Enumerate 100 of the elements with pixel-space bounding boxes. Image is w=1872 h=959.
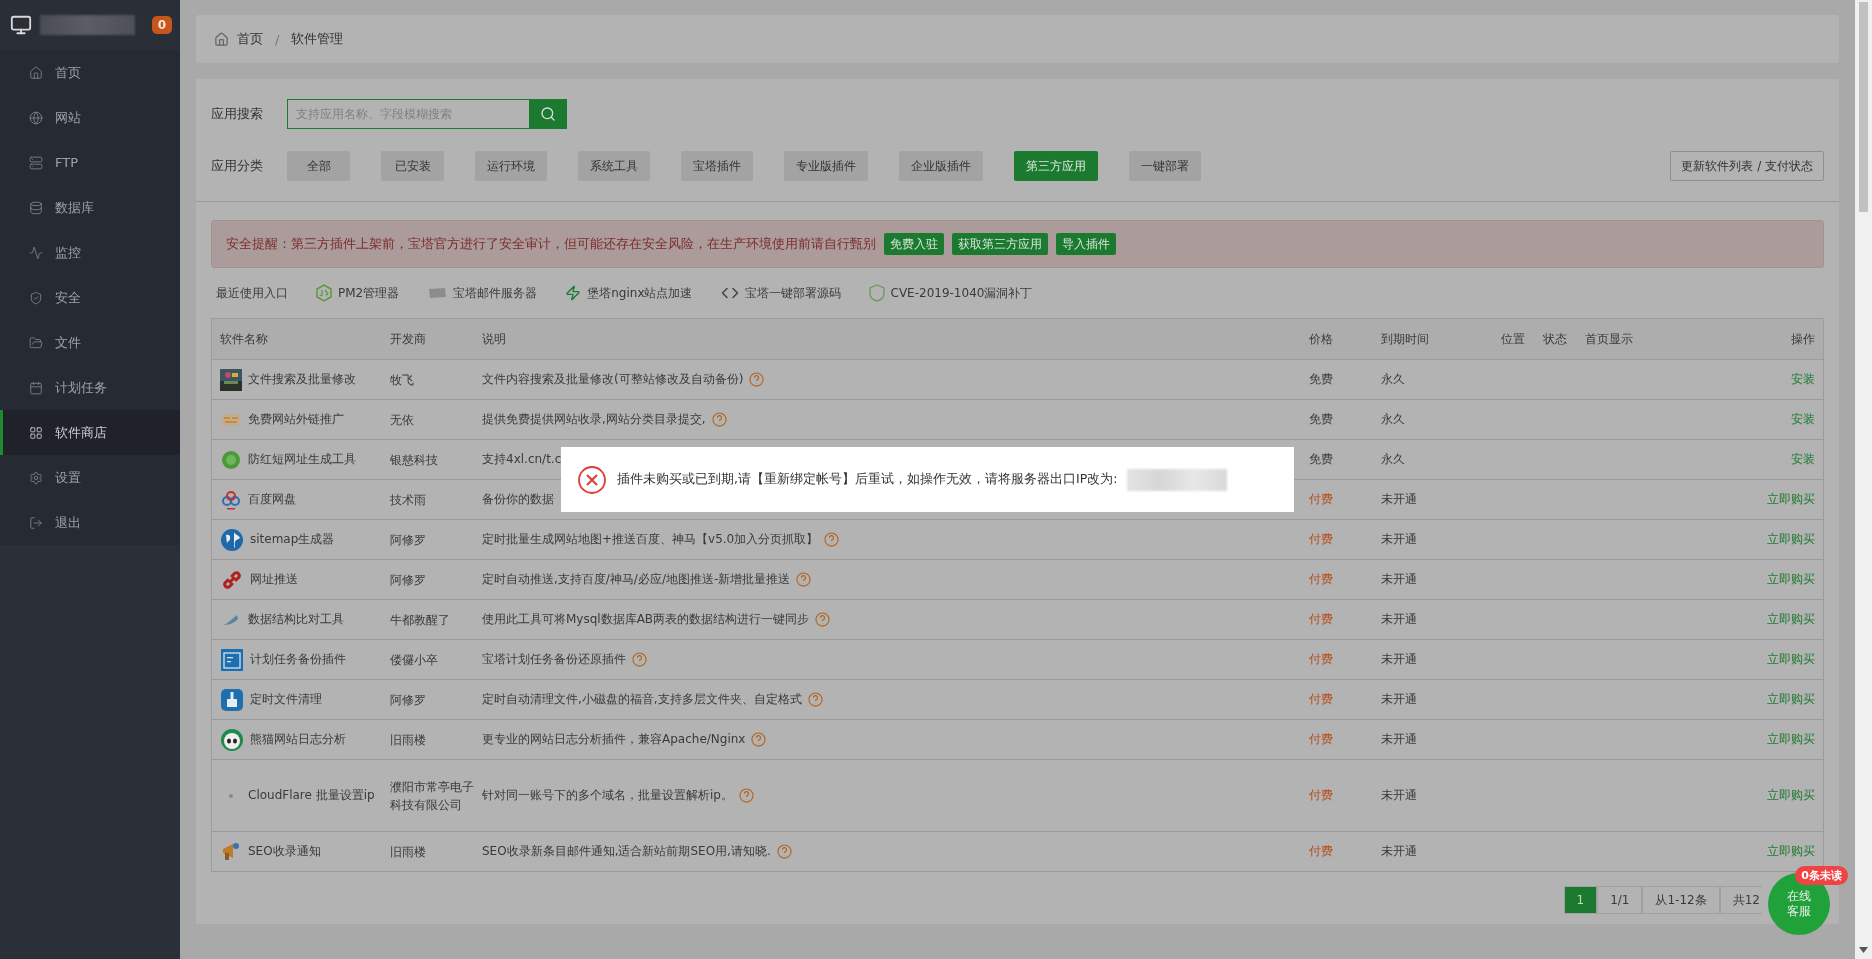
globe-icon (220, 527, 244, 552)
column-header: 到期时间 (1381, 330, 1430, 348)
sidebar-item[interactable]: 监控 (0, 230, 180, 275)
alert-button[interactable]: 免费入驻 (884, 233, 944, 256)
category-tab[interactable]: 第三方应用 (1014, 151, 1098, 181)
page-item[interactable]: 1 (1563, 886, 1598, 914)
help-icon[interactable] (776, 844, 792, 859)
recent-label: 最近使用入口 (216, 284, 288, 302)
help-icon[interactable] (796, 572, 812, 587)
developer-cell-text: 牛都教醒了 (390, 611, 451, 629)
expiry-cell-text: 未开通 (1381, 787, 1418, 804)
category-tab[interactable]: 运行环境 (475, 151, 547, 181)
error-message: 插件未购买或已到期,请【重新绑定帐号】后重试，如操作无效，请将服务器出口IP改为: (617, 471, 1118, 488)
description-cell: 定时自动推送,支持百度/神马/必应/地图推送-新增批量推送 (482, 571, 791, 588)
page-item[interactable]: 1/1 (1597, 886, 1643, 914)
shield-icon (868, 284, 885, 303)
alert-button[interactable]: 导入插件 (1056, 233, 1116, 256)
action-link[interactable]: 立即购买 (1767, 651, 1815, 668)
description-cell: 使用此工具可将Mysql数据库AB两表的数据结构进行一键同步 (482, 611, 810, 628)
price-cell-text: 付费 (1309, 611, 1334, 628)
sidebar-item[interactable]: 计划任务 (0, 365, 180, 410)
category-tab[interactable]: 已安装 (381, 151, 444, 181)
notification-badge[interactable]: 0 (151, 16, 172, 34)
category-tab[interactable]: 系统工具 (578, 151, 650, 181)
sidebar-icon (29, 425, 43, 440)
category-tab[interactable]: 全部 (287, 151, 350, 181)
refresh-button[interactable]: 更新软件列表 / 支付状态 (1670, 151, 1824, 181)
action-link[interactable]: 立即购买 (1767, 611, 1815, 628)
help-icon[interactable] (824, 532, 840, 547)
page-item[interactable]: 共12 (1719, 886, 1762, 914)
help-icon[interactable] (807, 692, 823, 707)
help-icon[interactable] (751, 732, 767, 747)
search-button[interactable] (529, 99, 567, 129)
help-icon[interactable] (738, 788, 754, 803)
category-tab[interactable]: 专业版插件 (784, 151, 868, 181)
breadcrumb-link[interactable]: 首页 (237, 30, 263, 48)
action-link[interactable]: 安装 (1791, 411, 1815, 428)
breadcrumb-link[interactable]: 软件管理 (291, 30, 344, 48)
description-cell: 备份你的数据 (482, 491, 554, 508)
sidebar-icon (29, 65, 43, 80)
search-icon (540, 106, 556, 122)
help-icon[interactable] (632, 652, 647, 667)
developer-cell-text: 濮阳市常亭电子科技有限公司 (390, 778, 475, 814)
error-icon (577, 464, 607, 495)
recent-link[interactable]: 堡塔nginx站点加速 (565, 284, 693, 302)
expiry-cell-text: 未开通 (1381, 531, 1418, 548)
description-cell: 文件内容搜索及批量修改(可整站修改及自动备份) (482, 371, 744, 388)
sidebar-item[interactable]: FTP (0, 140, 180, 185)
sidebar-icon (29, 110, 43, 125)
sidebar-item[interactable]: 软件商店 (0, 410, 180, 455)
page-item[interactable]: 从1-12条 (1642, 886, 1720, 914)
sidebar-item[interactable]: 数据库 (0, 185, 180, 230)
sidebar-icon (29, 290, 43, 305)
category-tab[interactable]: 一键部署 (1129, 151, 1201, 181)
sidebar-item[interactable]: 首页 (0, 50, 180, 95)
app-name: 定时文件清理 (250, 691, 323, 708)
recent-link[interactable]: PM2管理器 (316, 284, 400, 303)
column-header: 价格 (1309, 330, 1334, 348)
action-link[interactable]: 立即购买 (1767, 571, 1815, 588)
app-name: 百度网盘 (248, 491, 297, 508)
help-icon[interactable] (711, 412, 727, 427)
scroll-down-icon[interactable] (1859, 947, 1868, 953)
recent-link[interactable]: 宝塔邮件服务器 (427, 284, 538, 302)
help-icon[interactable] (749, 372, 765, 387)
price-cell-text: 付费 (1309, 691, 1334, 708)
sidebar-item[interactable]: 网站 (0, 95, 180, 140)
description-cell: SEO收录新条目邮件通知,适合新站前期SEO用,请知晓. (482, 843, 771, 860)
sidebar-item[interactable]: 退出 (0, 500, 180, 545)
monitor-icon (10, 14, 32, 36)
action-link[interactable]: 立即购买 (1767, 731, 1815, 748)
bolt-icon (565, 285, 582, 302)
expiry-cell-text: 未开通 (1381, 571, 1418, 588)
recent-link[interactable]: 宝塔一键部署源码 (720, 284, 841, 303)
category-tab[interactable]: 企业版插件 (899, 151, 983, 181)
action-link[interactable]: 安装 (1791, 451, 1815, 468)
recent-link[interactable]: CVE-2019-1040漏洞补丁 (868, 284, 1033, 303)
developer-cell-text: 无依 (390, 411, 415, 429)
category-tab[interactable]: 宝塔插件 (681, 151, 753, 181)
app-name: 熊猫网站日志分析 (250, 731, 347, 748)
sidebar-item[interactable]: 文件 (0, 320, 180, 365)
action-link[interactable]: 安装 (1791, 371, 1815, 388)
developer-cell-text: 旧雨楼 (390, 843, 427, 861)
column-header: 软件名称 (220, 330, 269, 348)
price-cell-text: 付费 (1309, 787, 1334, 804)
alert-button[interactable]: 获取第三方应用 (952, 233, 1048, 256)
expiry-cell-text: 永久 (1381, 451, 1406, 468)
price-cell-text: 付费 (1309, 731, 1334, 748)
sidebar-item[interactable]: 安全 (0, 275, 180, 320)
expiry-cell-text: 永久 (1381, 411, 1406, 428)
action-link[interactable]: 立即购买 (1767, 531, 1815, 548)
action-link[interactable]: 立即购买 (1767, 691, 1815, 708)
sidebar-icon (29, 335, 43, 350)
help-icon[interactable] (815, 612, 831, 627)
expiry-cell-text: 未开通 (1381, 491, 1418, 508)
scrollbar-thumb[interactable] (1859, 2, 1868, 212)
app-name: 免费网站外链推广 (248, 411, 345, 428)
action-link[interactable]: 立即购买 (1767, 843, 1815, 860)
action-link[interactable]: 立即购买 (1767, 787, 1815, 804)
sidebar-item[interactable]: 设置 (0, 455, 180, 500)
action-link[interactable]: 立即购买 (1767, 491, 1815, 508)
